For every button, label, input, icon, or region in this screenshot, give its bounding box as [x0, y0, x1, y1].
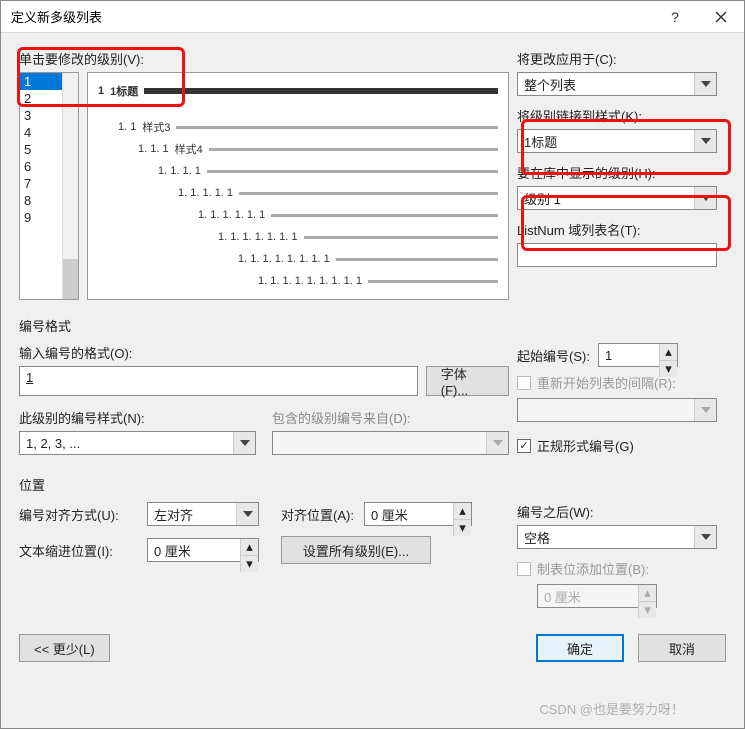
- preview-pane: 11标题1. 1样式31. 1. 1样式41. 1. 1. 11. 1. 1. …: [87, 72, 509, 300]
- click-level-label: 单击要修改的级别(V):: [19, 49, 509, 68]
- scrollbar-thumb[interactable]: [63, 259, 78, 299]
- apply-to-label: 将更改应用于(C):: [517, 49, 717, 68]
- preview-line: 1. 1. 1样式4: [138, 139, 498, 159]
- preview-line: 11标题: [98, 81, 498, 101]
- follow-label: 编号之后(W):: [517, 502, 717, 521]
- chevron-down-icon: [486, 432, 508, 454]
- checkbox-box[interactable]: ✓: [517, 439, 531, 453]
- preview-line: 1. 1样式3: [118, 117, 498, 137]
- start-at-label: 起始编号(S):: [517, 346, 590, 365]
- align-at-label: 对齐位置(A):: [281, 505, 354, 524]
- ok-button[interactable]: 确定: [536, 634, 624, 662]
- number-style-select[interactable]: 1, 2, 3, ...: [19, 431, 256, 455]
- checkbox-box: [517, 562, 531, 576]
- chevron-down-icon: [694, 187, 716, 209]
- chevron-down-icon: [694, 73, 716, 95]
- link-style-label: 将级别链接到样式(K):: [517, 106, 717, 125]
- include-from-select: [272, 431, 509, 455]
- chevron-down-icon: [694, 130, 716, 152]
- number-format-input[interactable]: 1: [19, 366, 418, 396]
- spin-down[interactable]: ▾: [240, 556, 258, 572]
- level-list[interactable]: 123456789: [19, 72, 79, 300]
- set-all-levels-button[interactable]: 设置所有级别(E)...: [281, 536, 431, 564]
- watermark: CSDN @也是要努力呀！: [539, 699, 684, 718]
- spin-down[interactable]: ▾: [453, 520, 471, 536]
- align-label: 编号对齐方式(U):: [19, 505, 137, 524]
- spin-down: ▾: [638, 602, 656, 618]
- cancel-button[interactable]: 取消: [638, 634, 726, 662]
- listnum-label: ListNum 域列表名(T):: [517, 220, 717, 239]
- help-button[interactable]: ?: [652, 1, 698, 33]
- restart-select: [517, 398, 717, 422]
- apply-to-select[interactable]: 整个列表: [517, 72, 717, 96]
- scrollbar[interactable]: [62, 73, 78, 299]
- close-icon: [715, 11, 727, 23]
- spin-up[interactable]: ▴: [659, 344, 677, 361]
- content: 单击要修改的级别(V): 123456789 11标题1. 1样式31. 1. …: [1, 33, 744, 676]
- position-section: 位置: [19, 475, 726, 494]
- chevron-down-icon: [694, 526, 716, 548]
- show-gallery-select[interactable]: 级别 1: [517, 186, 717, 210]
- indent-spinner[interactable]: 0 厘米 ▴▾: [147, 538, 259, 562]
- less-button[interactable]: << 更少(L): [19, 634, 110, 662]
- listnum-input[interactable]: [517, 243, 717, 267]
- apply-to-value: 整个列表: [524, 75, 576, 94]
- tab-add-checkbox: 制表位添加位置(B):: [517, 559, 717, 578]
- enter-format-label: 输入编号的格式(O):: [19, 343, 509, 362]
- link-style-select[interactable]: 1标题: [517, 129, 717, 153]
- preview-line: 1. 1. 1. 1. 1. 1. 1. 1: [238, 249, 498, 269]
- chevron-down-icon: [694, 399, 716, 421]
- tab-add-spinner: 0 厘米 ▴▾: [537, 584, 657, 608]
- preview-line: 1. 1. 1. 1. 1: [178, 183, 498, 203]
- font-button[interactable]: 字体(F)...: [426, 366, 509, 396]
- show-gallery-label: 要在库中显示的级别(H):: [517, 163, 717, 182]
- preview-line: 1. 1. 1. 1: [158, 161, 498, 181]
- spin-up[interactable]: ▴: [453, 503, 471, 520]
- dialog-window: 定义新多级列表 ? 单击要修改的级别(V): 123456789 11标题1. …: [0, 0, 745, 729]
- indent-label: 文本缩进位置(I):: [19, 541, 137, 560]
- align-at-spinner[interactable]: 0 厘米 ▴▾: [364, 502, 472, 526]
- titlebar: 定义新多级列表 ?: [1, 1, 744, 33]
- preview-line: 1. 1. 1. 1. 1. 1. 1: [218, 227, 498, 247]
- follow-select[interactable]: 空格: [517, 525, 717, 549]
- spin-down[interactable]: ▾: [659, 361, 677, 377]
- close-button[interactable]: [698, 1, 744, 33]
- title-text: 定义新多级列表: [11, 7, 102, 26]
- number-style-label: 此级别的编号样式(N):: [19, 408, 256, 427]
- chevron-down-icon: [233, 432, 255, 454]
- include-from-label: 包含的级别编号来自(D):: [272, 408, 509, 427]
- legal-checkbox[interactable]: ✓ 正规形式编号(G): [517, 436, 717, 455]
- preview-line: 1. 1. 1. 1. 1. 1. 1. 1. 1: [258, 271, 498, 291]
- chevron-down-icon: [236, 503, 258, 525]
- preview-line: 1. 1. 1. 1. 1. 1: [198, 205, 498, 225]
- restart-checkbox: 重新开始列表的间隔(R):: [517, 373, 717, 392]
- link-style-value: 1标题: [524, 132, 557, 151]
- spin-up[interactable]: ▴: [240, 539, 258, 556]
- show-gallery-value: 级别 1: [524, 189, 561, 208]
- checkbox-box: [517, 376, 531, 390]
- spin-up: ▴: [638, 585, 656, 602]
- number-format-section: 编号格式: [19, 316, 726, 335]
- start-at-spinner[interactable]: 1 ▴▾: [598, 343, 678, 367]
- align-select[interactable]: 左对齐: [147, 502, 259, 526]
